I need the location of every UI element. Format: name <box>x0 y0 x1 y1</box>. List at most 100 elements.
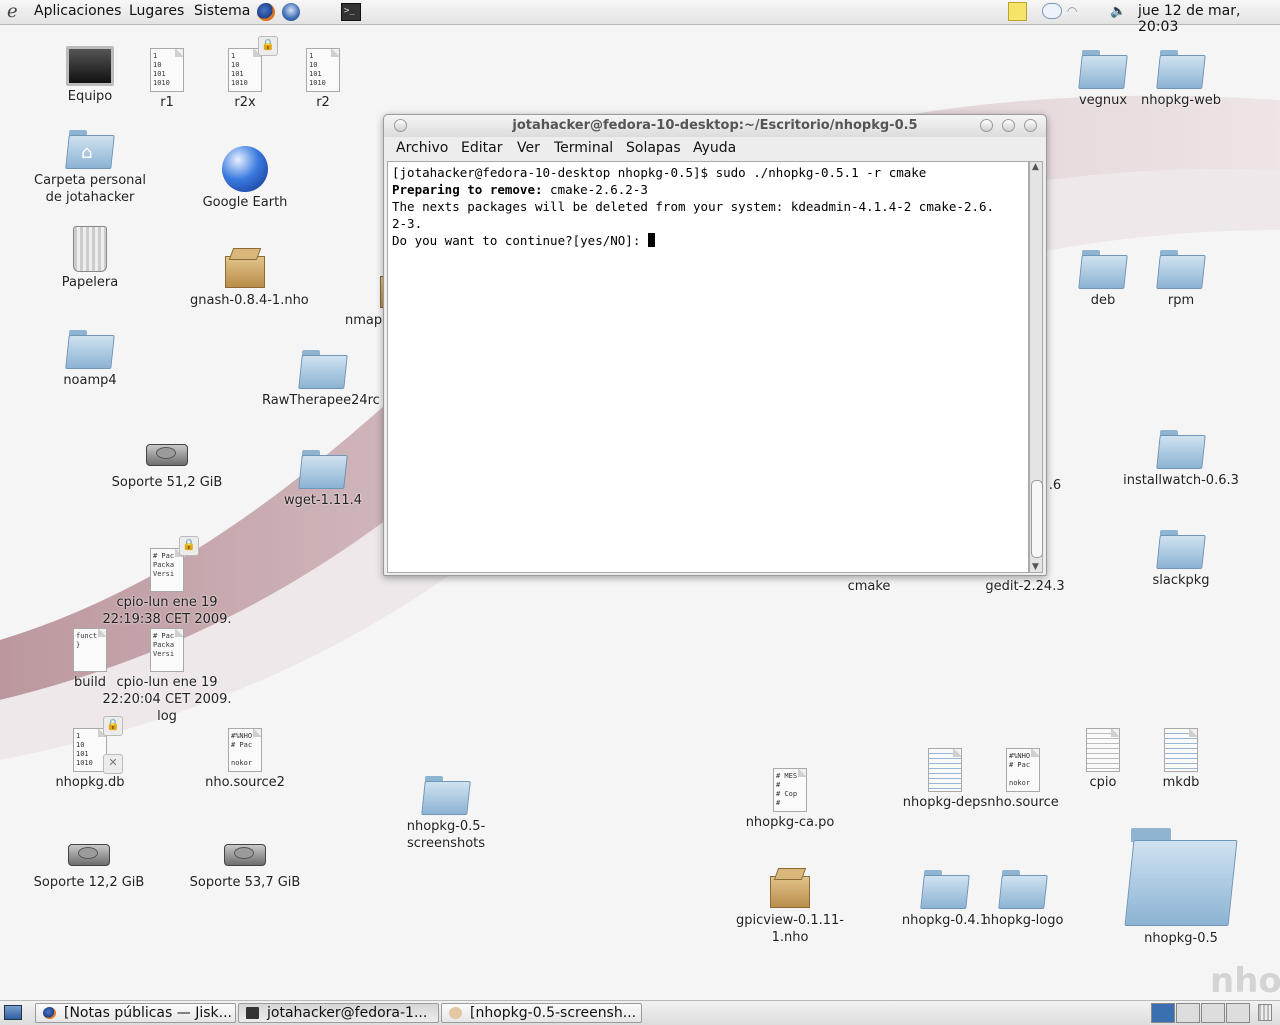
text-file-icon: # MES # # Cop # <box>773 768 807 812</box>
text-file-icon <box>1164 728 1198 772</box>
icon-wget[interactable]: wget-1.11.4 <box>268 448 378 509</box>
scroll-down-arrow-icon[interactable]: ▼ <box>1032 562 1039 572</box>
icon-nho-source2[interactable]: #%NHO # Pac nokor nho.source2 <box>190 728 300 791</box>
icon-papelera[interactable]: Papelera <box>35 226 145 291</box>
binary-file-icon: 1 10 101 1010 <box>306 48 340 92</box>
menu-solapas[interactable]: Solapas <box>626 140 681 156</box>
taskbar-button-firefox[interactable]: [Notas públicas — Jisk... <box>35 1003 236 1023</box>
icon-gpicview[interactable]: gpicview-0.1.11-1.nho <box>728 866 852 946</box>
drive-icon <box>144 440 190 472</box>
terminal-launcher-icon[interactable]: >_ <box>341 3 361 21</box>
icon-label: mkdb <box>1162 775 1200 790</box>
menu-lugares[interactable]: Lugares <box>129 3 184 19</box>
folder-icon <box>1124 826 1238 926</box>
icon-label: nhopkg-0.5-screenshots <box>406 819 486 851</box>
folder-icon <box>1078 248 1128 290</box>
thunderbird-icon[interactable] <box>282 3 300 21</box>
menu-ayuda[interactable]: Ayuda <box>693 140 736 156</box>
icon-label: Soporte 12,2 GiB <box>33 875 145 890</box>
workspace-1[interactable] <box>1151 1003 1175 1023</box>
terminal-line-packages: The nexts packages will be deleted from … <box>392 199 995 214</box>
terminal-window[interactable]: jotahacker@fedora-10-desktop:~/Escritori… <box>383 114 1047 576</box>
chat-bubble-icon[interactable] <box>1042 3 1062 19</box>
file-manager-icon <box>449 1007 462 1019</box>
taskbar-label: jotahacker@fedora-1... <box>267 1005 428 1021</box>
terminal-menubar: Archivo Editar Ver Terminal Solapas Ayud… <box>384 137 1046 159</box>
text-file-icon <box>1086 728 1120 772</box>
icon-google-earth[interactable]: Google Earth <box>190 146 300 211</box>
icon-r2[interactable]: 1 10 101 1010 r2 <box>268 48 378 111</box>
firefox-icon[interactable] <box>257 3 275 21</box>
terminal-line-preparing-label: Preparing to remove: <box>392 182 543 197</box>
workspace-3[interactable] <box>1201 1003 1225 1023</box>
icon-nhopkg-05[interactable]: nhopkg-0.5 <box>1124 826 1238 947</box>
scrollbar-thumb[interactable] <box>1031 480 1043 558</box>
lock-emblem-icon: 🔒 <box>103 716 123 736</box>
icon-label: wget-1.11.4 <box>283 493 363 508</box>
menu-aplicaciones[interactable]: Aplicaciones <box>34 3 121 19</box>
icon-label: nhopkg-ca.po <box>745 815 835 830</box>
terminal-icon <box>246 1007 259 1019</box>
window-title: jotahacker@fedora-10-desktop:~/Escritori… <box>512 118 918 133</box>
terminal-scrollbar[interactable]: ▲ ▼ <box>1029 161 1043 573</box>
menu-editar[interactable]: Editar <box>461 140 502 156</box>
icon-soporte-53[interactable]: Soporte 53,7 GiB <box>183 834 307 891</box>
icon-label: noamp4 <box>63 373 117 388</box>
icon-label: r2 <box>316 95 330 110</box>
workspace-4[interactable] <box>1226 1003 1250 1023</box>
terminal-output[interactable]: [jotahacker@fedora-10-desktop nhopkg-0.5… <box>387 161 1029 573</box>
workspace-2[interactable] <box>1176 1003 1200 1023</box>
icon-slackpkg[interactable]: slackpkg <box>1126 528 1236 589</box>
icon-cpio-lun-1[interactable]: # Pac Packa Versi 🔒 cpio-lun ene 19 22:1… <box>97 536 237 628</box>
package-icon <box>768 866 812 910</box>
maximize-button[interactable] <box>1002 119 1015 132</box>
top-panel: ℯ Aplicaciones Lugares Sistema >_ ◠ 🔈 ju… <box>0 0 1280 35</box>
icon-mkdb[interactable]: mkdb <box>1126 728 1236 791</box>
menu-ver[interactable]: Ver <box>517 140 540 156</box>
package-icon <box>223 246 267 290</box>
icon-label: cmake <box>847 579 891 594</box>
icon-gnash[interactable]: gnash-0.8.4-1.nho <box>190 246 309 309</box>
trash-applet-icon[interactable] <box>1258 1004 1272 1021</box>
icon-cpio-lun-2[interactable]: # Pac Packa Versi cpio-lun ene 19 22:20:… <box>97 628 237 725</box>
close-button[interactable] <box>1024 119 1037 132</box>
clock[interactable]: jue 12 de mar, 20:03 <box>1138 3 1280 35</box>
folder-icon <box>421 774 471 816</box>
window-titlebar[interactable]: jotahacker@fedora-10-desktop:~/Escritori… <box>384 115 1046 137</box>
icon-nmap[interactable]: nmap <box>340 266 384 329</box>
fedora-logo-icon[interactable]: ℯ <box>7 2 27 22</box>
lock-emblem-icon: 🔒 <box>179 536 199 556</box>
taskbar-button-nautilus[interactable]: [nhopkg-0.5-screensh... <box>441 1003 642 1023</box>
computer-icon <box>66 46 114 86</box>
terminal-line-preparing-value: cmake-2.6.2-3 <box>542 182 648 197</box>
icon-screenshots[interactable]: nhopkg-0.5-screenshots <box>391 774 501 852</box>
folder-icon <box>920 868 970 910</box>
text-file-icon: #%NHO # Pac nokor <box>1006 748 1040 792</box>
taskbar-button-terminal[interactable]: jotahacker@fedora-1... <box>238 1003 439 1023</box>
icon-nhopkg-logo[interactable]: nhopkg-logo <box>968 868 1078 929</box>
icon-nhopkg-web[interactable]: nhopkg-web <box>1126 48 1236 109</box>
icon-noamp4[interactable]: noamp4 <box>35 328 145 389</box>
notes-icon[interactable] <box>1008 2 1027 21</box>
icon-rpm[interactable]: rpm <box>1126 248 1236 309</box>
scroll-up-arrow-icon[interactable]: ▲ <box>1032 162 1039 172</box>
volume-muted-icon[interactable]: 🔈 <box>1110 3 1132 21</box>
minimize-button[interactable] <box>980 119 993 132</box>
wifi-icon[interactable]: ◠ <box>1067 4 1085 18</box>
icon-soporte-12[interactable]: Soporte 12,2 GiB <box>27 834 151 891</box>
menu-sistema[interactable]: Sistema <box>194 3 250 19</box>
icon-soporte-51[interactable]: Soporte 51,2 GiB <box>105 434 229 491</box>
icon-gedit[interactable]: gedit-2.24.3 <box>970 576 1080 595</box>
show-desktop-icon[interactable] <box>4 1005 22 1020</box>
icon-nhopkg-db[interactable]: 1 10 101 1010 🔒 ✕ nhopkg.db <box>35 716 145 791</box>
menu-archivo[interactable]: Archivo <box>396 140 448 156</box>
taskbar-label: [Notas públicas — Jisk... <box>64 1005 232 1021</box>
icon-label: RawTherapee24rc <box>262 393 380 408</box>
icon-rawtherapee[interactable]: RawTherapee24rc <box>262 348 384 409</box>
icon-carpeta-personal[interactable]: ⌂ Carpeta personal de jotahacker <box>25 128 155 206</box>
icon-nhopkg-ca[interactable]: # MES # # Cop # nhopkg-ca.po <box>735 768 845 831</box>
menu-terminal[interactable]: Terminal <box>554 140 613 156</box>
icon-installwatch[interactable]: installwatch-0.6.3 <box>1116 428 1246 489</box>
icon-label: gedit-2.24.3 <box>985 579 1065 594</box>
icon-cmake[interactable]: cmake <box>814 576 924 595</box>
